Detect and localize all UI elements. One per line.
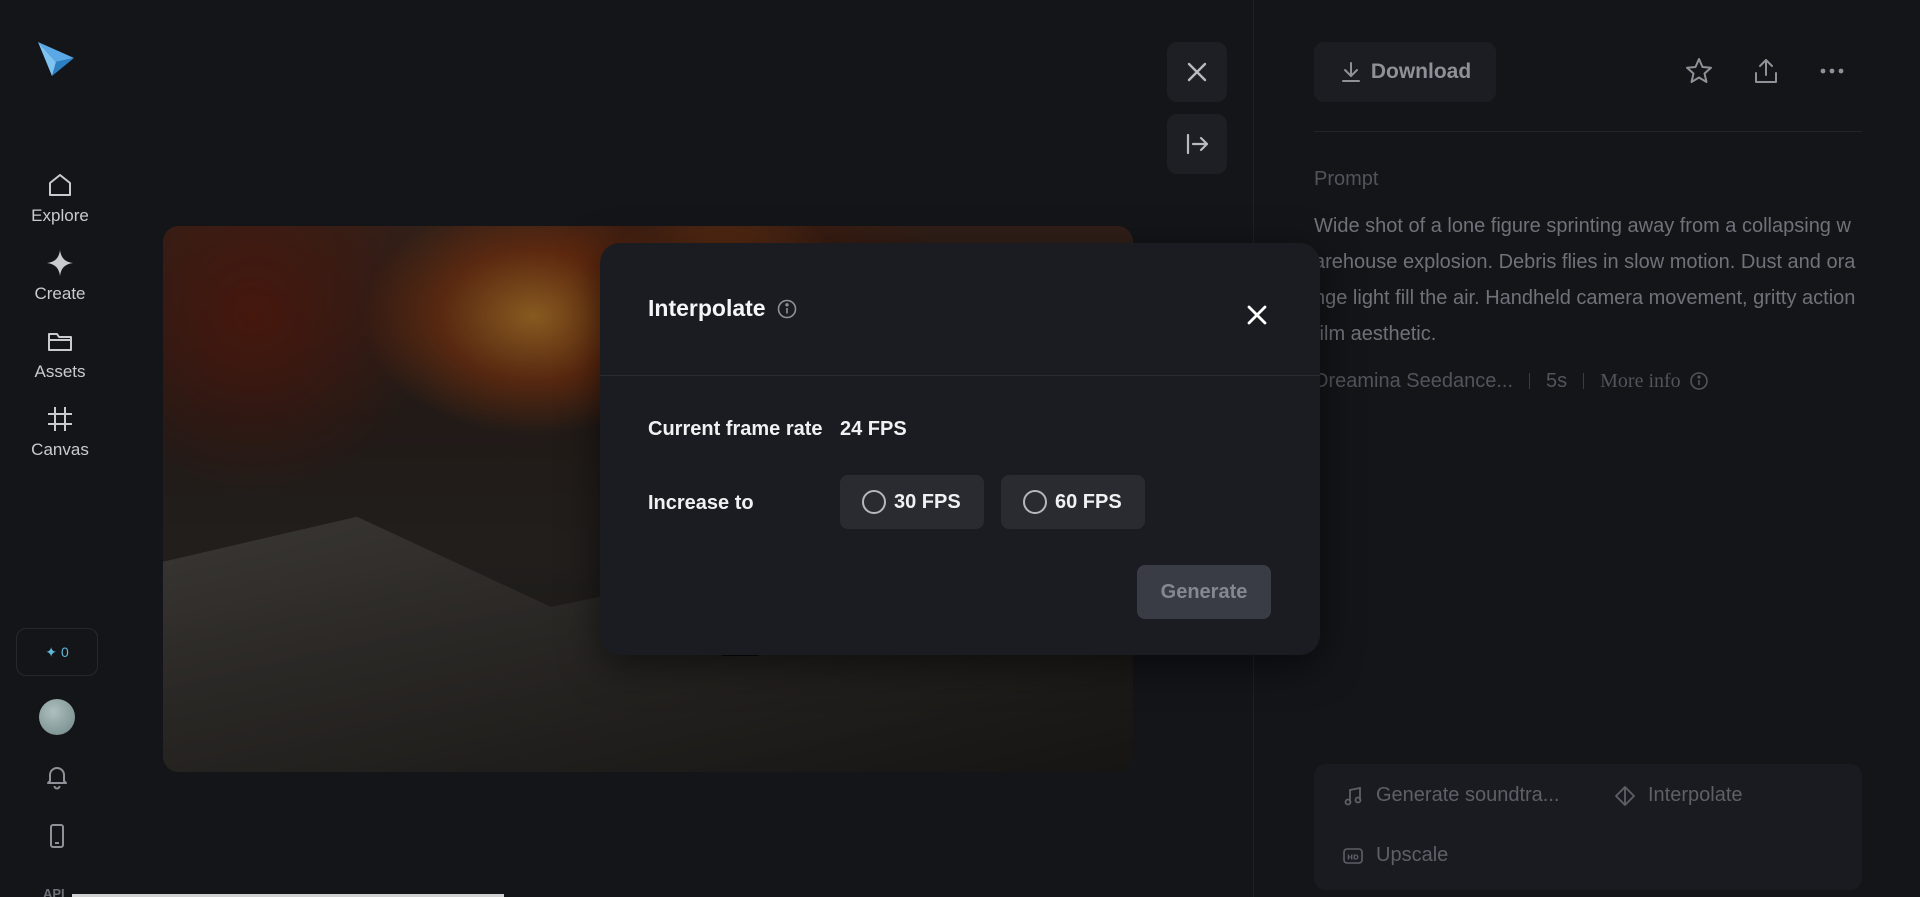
- download-label: Download: [1370, 60, 1472, 83]
- sparkle-icon: ✦: [45, 643, 57, 660]
- generate-button[interactable]: Generate: [1137, 565, 1271, 619]
- download-icon: [1341, 62, 1360, 82]
- mobile-icon[interactable]: [43, 822, 71, 850]
- more-info-link[interactable]: More info: [1600, 370, 1709, 393]
- current-frame-rate-label: Current frame rate: [648, 418, 823, 440]
- increase-to-label: Increase to: [648, 492, 754, 514]
- nav-assets-label: Assets: [34, 362, 86, 381]
- fps-option-label: 60 FPS: [1055, 490, 1122, 513]
- more-options-icon[interactable]: [1817, 56, 1847, 86]
- info-icon[interactable]: [776, 298, 798, 320]
- star-icon[interactable]: [1684, 56, 1714, 86]
- upscale-label: Upscale: [1376, 844, 1449, 866]
- nav-create[interactable]: Create: [10, 248, 110, 318]
- tools-panel: Generate soundtra... Interpolate HD Upsc…: [1314, 764, 1862, 890]
- info-icon: [1689, 372, 1708, 390]
- close-viewer-button[interactable]: [1167, 42, 1227, 102]
- bell-icon[interactable]: [43, 762, 71, 790]
- prompt-text: Wide shot of a lone figure sprinting awa…: [1314, 215, 1856, 345]
- more-info-label: More info: [1600, 369, 1681, 392]
- interpolate-modal: Interpolate Current frame rate 24 FPS In…: [600, 243, 1320, 655]
- meta-separator: [1583, 373, 1585, 389]
- nav-assets[interactable]: Assets: [10, 326, 110, 396]
- generate-soundtrack-label: Generate soundtra...: [1376, 784, 1560, 806]
- api-label[interactable]: API: [43, 886, 65, 897]
- close-icon: [1187, 62, 1207, 82]
- model-name: Dreamina Seedance...: [1314, 369, 1514, 392]
- folder-icon: [48, 333, 72, 351]
- share-icon[interactable]: [1751, 56, 1781, 86]
- interpolate-button[interactable]: Interpolate: [1614, 784, 1743, 807]
- collapse-icon: [1186, 133, 1209, 155]
- nav-explore-label: Explore: [31, 206, 89, 225]
- fps-option-60[interactable]: 60 FPS: [1001, 475, 1145, 529]
- nav-canvas-label: Canvas: [31, 440, 89, 459]
- sparkle-icon: [47, 250, 73, 276]
- music-note-icon: [1344, 786, 1362, 805]
- prompt-title: Prompt: [1314, 168, 1379, 190]
- current-frame-rate-value: 24 FPS: [840, 418, 907, 440]
- download-button[interactable]: Download: [1314, 42, 1496, 102]
- modal-separator: [600, 375, 1320, 376]
- credits-count: 0: [60, 644, 69, 660]
- meta-row: Dreamina Seedance... 5s More info: [1314, 368, 1709, 394]
- duration: 5s: [1546, 369, 1568, 392]
- avatar[interactable]: [39, 699, 75, 735]
- home-icon: [49, 174, 71, 196]
- nav-create-label: Create: [34, 284, 86, 303]
- credits-badge[interactable]: ✦ 0: [16, 628, 98, 676]
- collapse-panel-button[interactable]: [1167, 114, 1227, 174]
- radio-button[interactable]: [862, 490, 886, 514]
- generate-soundtrack-button[interactable]: Generate soundtra...: [1342, 784, 1559, 807]
- interpolate-label: Interpolate: [1648, 784, 1743, 806]
- upscale-button[interactable]: HD Upscale: [1342, 844, 1448, 867]
- radio-button[interactable]: [1023, 490, 1047, 514]
- logo-icon[interactable]: [36, 36, 76, 80]
- diamond-icon: [1615, 785, 1635, 806]
- sidebar: Explore Create Assets Canvas ✦ 0 API: [0, 0, 120, 897]
- close-icon[interactable]: [1242, 300, 1272, 330]
- panel-separator: [1314, 131, 1862, 132]
- crop-icon: [48, 407, 72, 431]
- fps-option-label: 30 FPS: [894, 490, 961, 513]
- hd-icon: HD: [1343, 847, 1363, 864]
- nav-canvas[interactable]: Canvas: [10, 404, 110, 474]
- meta-separator: [1529, 373, 1531, 389]
- fps-option-30[interactable]: 30 FPS: [840, 475, 984, 529]
- svg-text:HD: HD: [1347, 853, 1359, 861]
- nav-explore[interactable]: Explore: [10, 170, 110, 240]
- modal-title: Interpolate: [648, 295, 766, 321]
